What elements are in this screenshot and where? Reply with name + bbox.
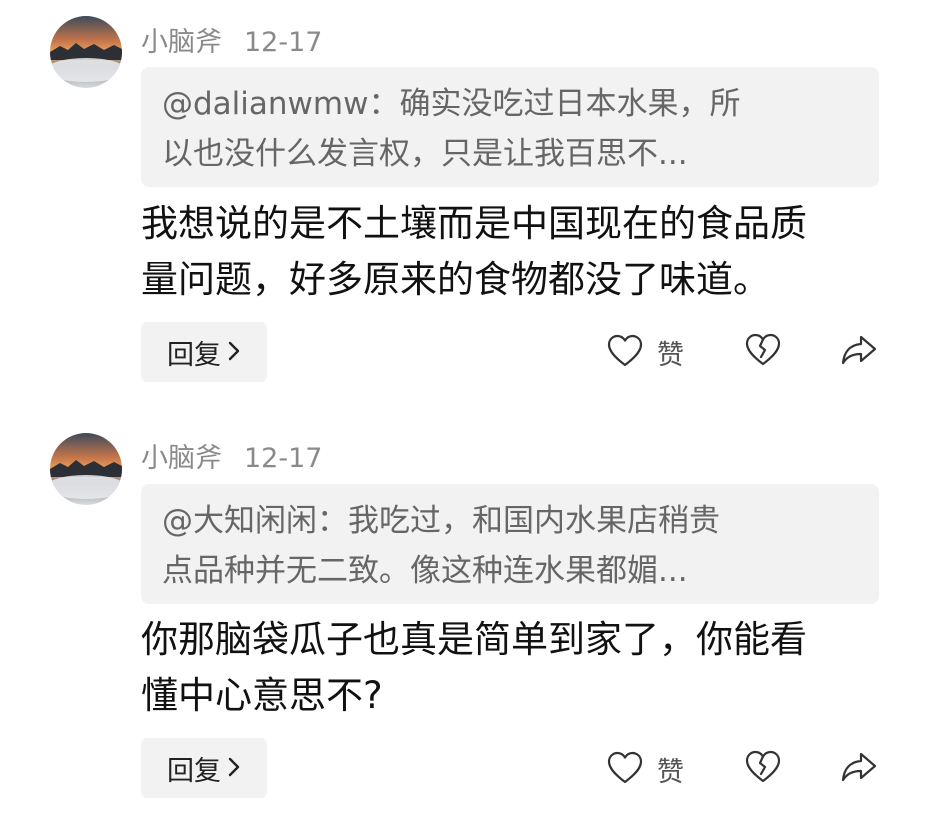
reply-label: 回复 — [167, 339, 221, 371]
username[interactable]: 小脑斧 — [141, 27, 222, 58]
comment-date: 12-17 — [244, 443, 323, 474]
broken-heart-icon — [745, 333, 781, 371]
heart-outline-icon — [607, 751, 643, 789]
username[interactable]: 小脑斧 — [141, 443, 222, 474]
quote-line: @大知闲闲：我吃过，和国内水果店稍贵 — [162, 503, 720, 539]
like-label: 赞 — [657, 340, 684, 371]
quote-line: @dalianwmw：确实没吃过日本水果，所 — [162, 86, 741, 122]
reply-button[interactable]: 回复 — [141, 738, 267, 798]
comment-meta: 小脑斧 12-17 — [141, 20, 322, 59]
share-arrow-icon — [840, 751, 878, 787]
body-line: 懂中心意思不? — [141, 674, 383, 717]
like-button[interactable]: 赞 — [607, 750, 684, 789]
comment-body: 你那脑袋瓜子也真是简单到家了，你能看 懂中心意思不? — [141, 612, 881, 724]
like-label: 赞 — [657, 757, 684, 788]
body-line: 量问题，好多原来的食物都没了味道。 — [141, 258, 770, 301]
quoted-reply[interactable]: @大知闲闲：我吃过，和国内水果店稍贵 点品种并无二致。像这种连水果都媚... — [141, 484, 879, 604]
avatar[interactable] — [50, 433, 122, 505]
comment-meta: 小脑斧 12-17 — [141, 436, 322, 475]
body-line: 我想说的是不土壤而是中国现在的食品质 — [141, 202, 807, 245]
broken-heart-icon — [745, 750, 781, 788]
heart-outline-icon — [607, 334, 643, 372]
dislike-button[interactable] — [745, 333, 781, 371]
share-arrow-icon — [840, 334, 878, 370]
avatar[interactable] — [50, 16, 122, 88]
share-button[interactable] — [840, 334, 878, 370]
reply-button[interactable]: 回复 — [141, 322, 267, 382]
like-button[interactable]: 赞 — [607, 333, 684, 372]
chevron-right-icon — [227, 336, 241, 369]
body-line: 你那脑袋瓜子也真是简单到家了，你能看 — [141, 618, 807, 661]
quote-line: 点品种并无二致。像这种连水果都媚... — [162, 553, 688, 589]
comment-date: 12-17 — [244, 27, 323, 58]
comment-body: 我想说的是不土壤而是中国现在的食品质 量问题，好多原来的食物都没了味道。 — [141, 196, 881, 308]
quoted-reply[interactable]: @dalianwmw：确实没吃过日本水果，所 以也没什么发言权，只是让我百思不.… — [141, 67, 879, 187]
share-button[interactable] — [840, 751, 878, 787]
chevron-right-icon — [227, 752, 241, 785]
quote-line: 以也没什么发言权，只是让我百思不... — [162, 136, 688, 172]
dislike-button[interactable] — [745, 750, 781, 788]
reply-label: 回复 — [167, 755, 221, 787]
